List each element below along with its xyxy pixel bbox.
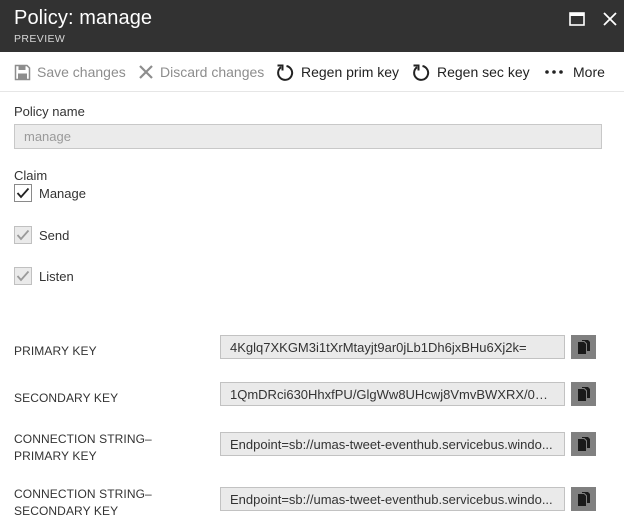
regen-primary-key-button[interactable]: Regen prim key	[276, 52, 399, 92]
more-label: More	[573, 64, 605, 80]
claim-label: Claim	[14, 168, 48, 183]
secondary-key-field[interactable]: 1QmDRci630HhxfPU/GlgWw8UHcwj8VmvBWXRX/0e…	[220, 382, 565, 406]
more-button[interactable]: More	[545, 52, 605, 92]
claim-manage-checkbox[interactable]: Manage	[14, 184, 86, 202]
connection-string-secondary-field[interactable]: Endpoint=sb://umas-tweet-eventhub.servic…	[220, 487, 565, 511]
claim-option-label: Manage	[39, 185, 86, 201]
blade-title: Policy: manage	[14, 7, 153, 29]
maximize-button[interactable]	[567, 9, 587, 29]
copy-icon	[577, 387, 590, 401]
title-bar: Policy: manage PREVIEW	[0, 0, 624, 52]
close-button[interactable]	[600, 9, 620, 29]
copy-primary-key-button[interactable]	[571, 335, 596, 359]
primary-key-label: PRIMARY KEY	[14, 344, 97, 358]
connection-string-primary-label: CONNECTION STRING– PRIMARY KEY	[14, 431, 152, 465]
close-icon	[603, 12, 617, 26]
copy-secondary-key-button[interactable]	[571, 382, 596, 406]
checkbox-box	[14, 226, 32, 244]
command-bar: Save changes Discard changes Regen prim …	[0, 52, 624, 92]
label-line: PRIMARY KEY	[14, 449, 97, 463]
claim-option-label: Listen	[39, 268, 74, 284]
discard-button[interactable]: Discard changes	[138, 52, 264, 92]
checkbox-box	[14, 267, 32, 285]
copy-icon	[577, 492, 590, 506]
label-line: SECONDARY KEY	[14, 504, 119, 518]
discard-label: Discard changes	[160, 64, 265, 80]
checkmark-icon	[16, 229, 30, 241]
checkbox-box[interactable]	[14, 184, 32, 202]
save-button[interactable]: Save changes	[14, 52, 126, 92]
copy-connection-string-secondary-button[interactable]	[571, 487, 596, 511]
maximize-icon	[569, 12, 585, 26]
claim-option-label: Send	[39, 227, 70, 243]
regen-icon	[277, 64, 294, 81]
secondary-key-label: SECONDARY KEY	[14, 391, 119, 405]
primary-key-field[interactable]: 4Kglq7XKGM3i1tXrMtayjt9ar0jLb1Dh6jxBHu6X…	[220, 335, 565, 359]
more-icon	[545, 70, 563, 74]
regen-secondary-key-button[interactable]: Regen sec key	[412, 52, 530, 92]
regen-primary-label: Regen prim key	[301, 64, 400, 80]
blade-subtitle: PREVIEW	[14, 33, 66, 45]
regen-icon	[413, 64, 430, 81]
regen-secondary-label: Regen sec key	[437, 64, 530, 80]
connection-string-secondary-label: CONNECTION STRING– SECONDARY KEY	[14, 486, 152, 520]
copy-connection-string-primary-button[interactable]	[571, 432, 596, 456]
save-label: Save changes	[37, 64, 126, 80]
claim-listen-checkbox: Listen	[14, 267, 74, 285]
policy-name-label: Policy name	[14, 104, 85, 119]
label-line: CONNECTION STRING–	[14, 432, 152, 446]
copy-icon	[577, 437, 590, 451]
save-icon	[14, 64, 31, 80]
connection-string-primary-field[interactable]: Endpoint=sb://umas-tweet-eventhub.servic…	[220, 432, 565, 456]
label-line: CONNECTION STRING–	[14, 487, 152, 501]
policy-name-input[interactable]: manage	[14, 124, 602, 149]
copy-icon	[577, 340, 590, 354]
discard-icon	[139, 65, 153, 79]
claim-send-checkbox: Send	[14, 226, 69, 244]
checkmark-icon	[16, 187, 30, 199]
checkmark-icon	[16, 270, 30, 282]
